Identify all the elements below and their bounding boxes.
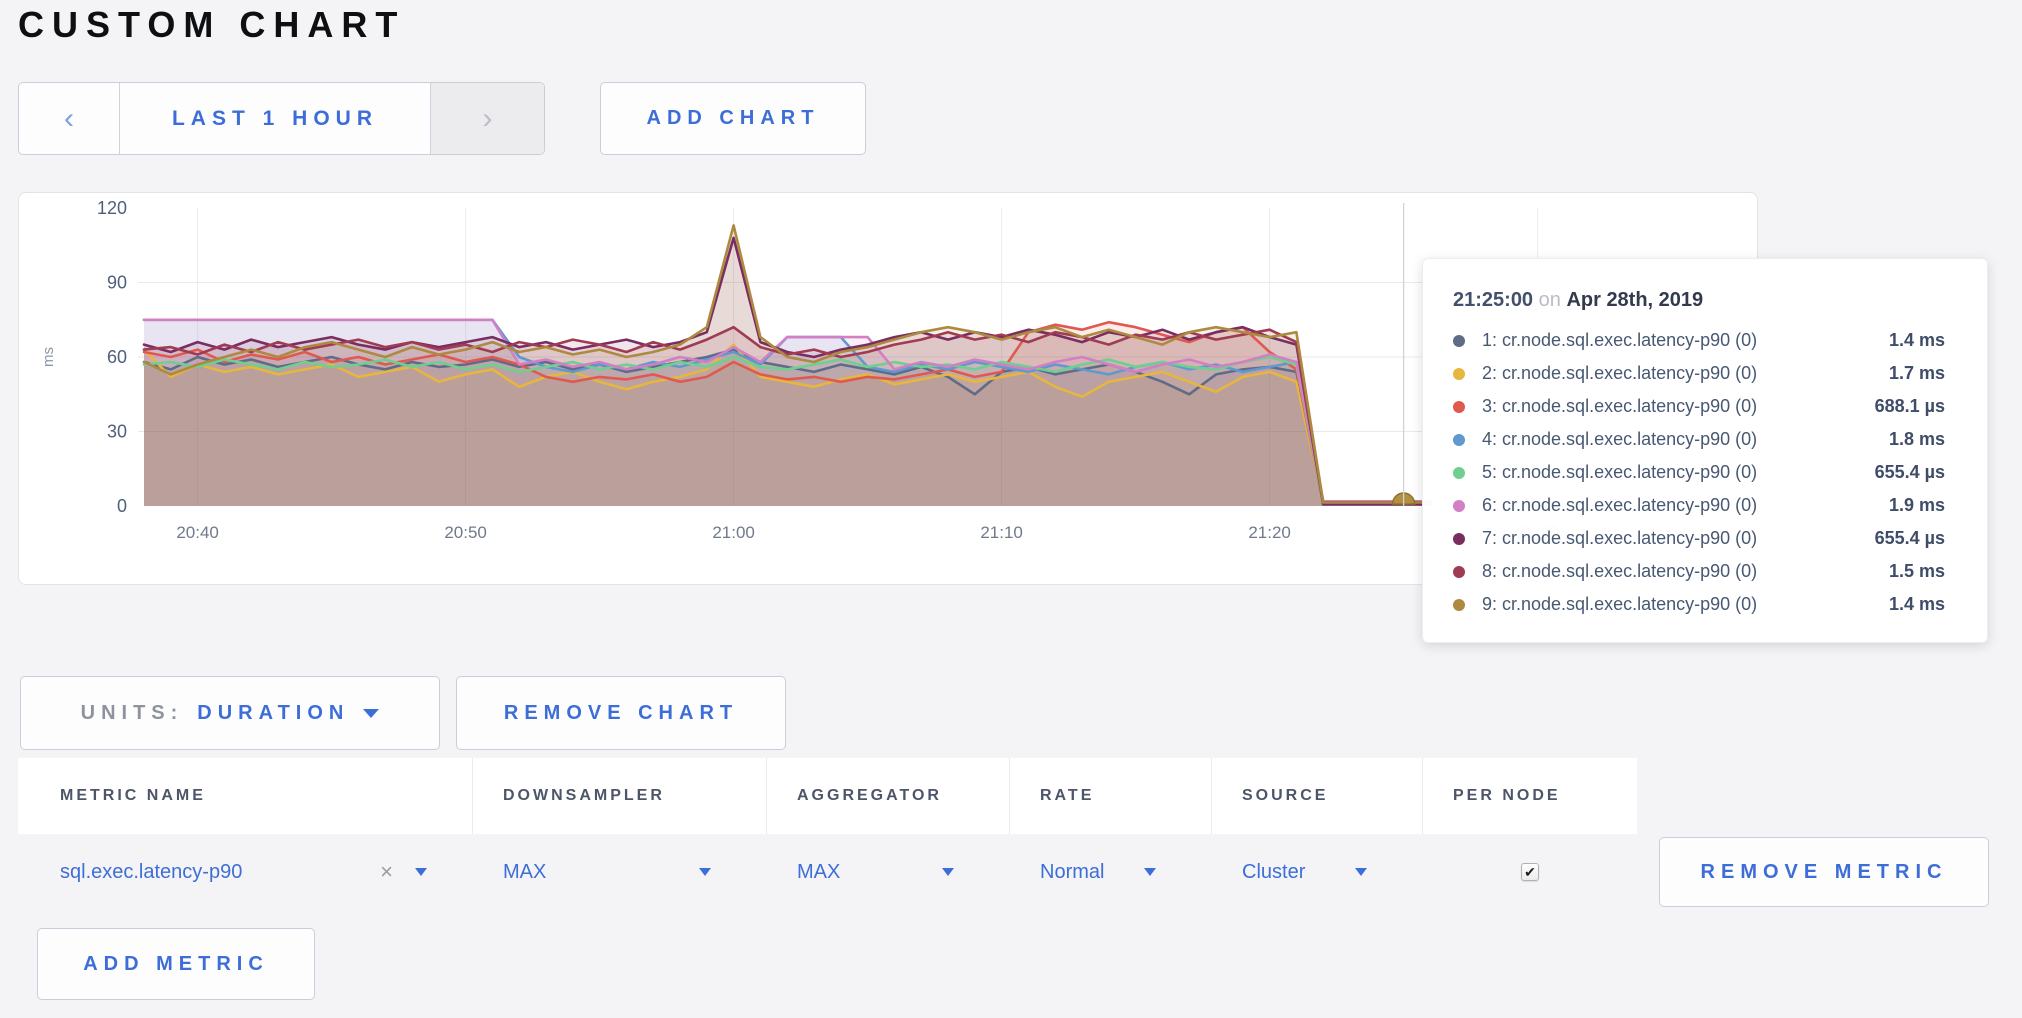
tooltip-series-value: 1.4 ms	[1889, 594, 1945, 615]
y-tick-label: 90	[107, 273, 127, 293]
x-tick-label: 20:50	[444, 523, 487, 542]
per-node-checkbox[interactable]	[1521, 863, 1539, 881]
units-label: UNITS:	[81, 702, 184, 725]
tooltip-series-label: 5: cr.node.sql.exec.latency-p90 (0)	[1482, 462, 1863, 483]
series-dot-icon	[1453, 533, 1465, 545]
header-spacer	[1637, 758, 2004, 834]
chevron-left-icon: ‹	[64, 104, 74, 134]
tooltip-series-label: 2: cr.node.sql.exec.latency-p90 (0)	[1482, 363, 1877, 384]
y-tick-label: 0	[117, 496, 127, 516]
time-window-selector: ‹ LAST 1 HOUR ›	[18, 82, 545, 155]
x-tick-label: 21:10	[980, 523, 1023, 542]
downsampler-dropdown[interactable]: MAX	[473, 834, 767, 910]
tooltip-legend-row: 1: cr.node.sql.exec.latency-p90 (0) 1.4 m…	[1453, 324, 1945, 357]
chevron-down-icon	[1355, 868, 1367, 876]
source-dropdown[interactable]: Cluster	[1212, 834, 1423, 910]
tooltip-legend: 1: cr.node.sql.exec.latency-p90 (0) 1.4 m…	[1453, 324, 1945, 621]
x-tick-label: 20:40	[176, 523, 219, 542]
series-dot-icon	[1453, 500, 1465, 512]
tooltip-series-value: 688.1 µs	[1875, 396, 1945, 417]
tooltip-series-value: 1.4 ms	[1889, 330, 1945, 351]
table-header-row: METRIC NAME DOWNSAMPLER AGGREGATOR RATE …	[18, 758, 2004, 834]
chevron-down-icon	[699, 868, 711, 876]
add-metric-button[interactable]: ADD METRIC	[37, 928, 315, 1000]
custom-chart-page: CUSTOM CHART ‹ LAST 1 HOUR › ADD CHART 0…	[0, 0, 2022, 1018]
tooltip-series-label: 8: cr.node.sql.exec.latency-p90 (0)	[1482, 561, 1877, 582]
series-dot-icon	[1453, 368, 1465, 380]
metric-name-value: sql.exec.latency-p90	[60, 861, 380, 884]
tooltip-series-label: 7: cr.node.sql.exec.latency-p90 (0)	[1482, 528, 1863, 549]
rate-value: Normal	[1040, 861, 1104, 884]
downsampler-value: MAX	[503, 861, 546, 884]
tooltip-series-label: 9: cr.node.sql.exec.latency-p90 (0)	[1482, 594, 1877, 615]
chevron-down-icon	[1144, 868, 1156, 876]
chevron-down-icon	[415, 868, 427, 876]
tooltip-legend-row: 4: cr.node.sql.exec.latency-p90 (0) 1.8 m…	[1453, 423, 1945, 456]
tooltip-series-label: 4: cr.node.sql.exec.latency-p90 (0)	[1482, 429, 1877, 450]
table-row: sql.exec.latency-p90 × MAX MAX Normal Cl…	[18, 834, 2004, 910]
series-dot-icon	[1453, 335, 1465, 347]
series-dot-icon	[1453, 599, 1465, 611]
tooltip-legend-row: 5: cr.node.sql.exec.latency-p90 (0) 655.4…	[1453, 456, 1945, 489]
tooltip-on-word: on	[1539, 289, 1561, 311]
tooltip-legend-row: 3: cr.node.sql.exec.latency-p90 (0) 688.1…	[1453, 390, 1945, 423]
source-value: Cluster	[1242, 861, 1305, 884]
units-value: DURATION	[197, 702, 349, 725]
header-downsampler: DOWNSAMPLER	[473, 758, 767, 834]
tooltip-time: 21:25:00	[1453, 289, 1533, 311]
tooltip-legend-row: 8: cr.node.sql.exec.latency-p90 (0) 1.5 m…	[1453, 555, 1945, 588]
prev-time-button[interactable]: ‹	[19, 83, 119, 154]
chevron-right-icon: ›	[483, 104, 493, 134]
tooltip-legend-row: 9: cr.node.sql.exec.latency-p90 (0) 1.4 m…	[1453, 588, 1945, 621]
tooltip-legend-row: 6: cr.node.sql.exec.latency-p90 (0) 1.9 m…	[1453, 489, 1945, 522]
aggregator-value: MAX	[797, 861, 840, 884]
series-dot-icon	[1453, 434, 1465, 446]
time-range-button[interactable]: LAST 1 HOUR	[119, 83, 431, 154]
tooltip-title: 21:25:00 on Apr 28th, 2019	[1453, 289, 1945, 312]
tooltip-series-value: 655.4 µs	[1875, 528, 1945, 549]
tooltip-series-value: 1.9 ms	[1889, 495, 1945, 516]
tooltip-series-label: 3: cr.node.sql.exec.latency-p90 (0)	[1482, 396, 1863, 417]
units-dropdown[interactable]: UNITS: DURATION	[20, 676, 440, 750]
tooltip-series-label: 6: cr.node.sql.exec.latency-p90 (0)	[1482, 495, 1877, 516]
metric-name-select[interactable]: sql.exec.latency-p90 ×	[18, 834, 473, 910]
page-title: CUSTOM CHART	[18, 4, 405, 46]
aggregator-dropdown[interactable]: MAX	[767, 834, 1010, 910]
y-axis-label: ms	[40, 347, 57, 367]
y-tick-label: 30	[107, 422, 127, 442]
tooltip-series-label: 1: cr.node.sql.exec.latency-p90 (0)	[1482, 330, 1877, 351]
chevron-down-icon	[363, 709, 379, 718]
y-tick-label: 120	[97, 198, 127, 218]
header-metric-name: METRIC NAME	[18, 758, 473, 834]
chevron-down-icon	[942, 868, 954, 876]
series-dot-icon	[1453, 401, 1465, 413]
header-aggregator: AGGREGATOR	[767, 758, 1010, 834]
header-per-node: PER NODE	[1423, 758, 1637, 834]
remove-chart-button[interactable]: REMOVE CHART	[456, 676, 786, 750]
header-source: SOURCE	[1212, 758, 1423, 834]
rate-dropdown[interactable]: Normal	[1010, 834, 1212, 910]
tooltip-legend-row: 2: cr.node.sql.exec.latency-p90 (0) 1.7 m…	[1453, 357, 1945, 390]
x-tick-label: 21:20	[1248, 523, 1291, 542]
tooltip-series-value: 1.7 ms	[1889, 363, 1945, 384]
tooltip-series-value: 1.5 ms	[1889, 561, 1945, 582]
remove-metric-button[interactable]: REMOVE METRIC	[1659, 837, 1989, 907]
tooltip-series-value: 1.8 ms	[1889, 429, 1945, 450]
x-tick-label: 21:00	[712, 523, 755, 542]
chart-tooltip: 21:25:00 on Apr 28th, 2019 1: cr.node.sq…	[1422, 258, 1988, 643]
per-node-cell	[1423, 834, 1637, 910]
tooltip-legend-row: 7: cr.node.sql.exec.latency-p90 (0) 655.4…	[1453, 522, 1945, 555]
y-tick-label: 60	[107, 347, 127, 367]
tooltip-date: Apr 28th, 2019	[1566, 289, 1703, 311]
next-time-button[interactable]: ›	[431, 83, 544, 154]
series-dot-icon	[1453, 566, 1465, 578]
metrics-table: METRIC NAME DOWNSAMPLER AGGREGATOR RATE …	[18, 758, 2004, 910]
add-chart-button[interactable]: ADD CHART	[600, 82, 866, 155]
clear-icon[interactable]: ×	[380, 859, 393, 885]
remove-metric-cell: REMOVE METRIC	[1637, 834, 2004, 910]
series-dot-icon	[1453, 467, 1465, 479]
header-rate: RATE	[1010, 758, 1212, 834]
tooltip-series-value: 655.4 µs	[1875, 462, 1945, 483]
